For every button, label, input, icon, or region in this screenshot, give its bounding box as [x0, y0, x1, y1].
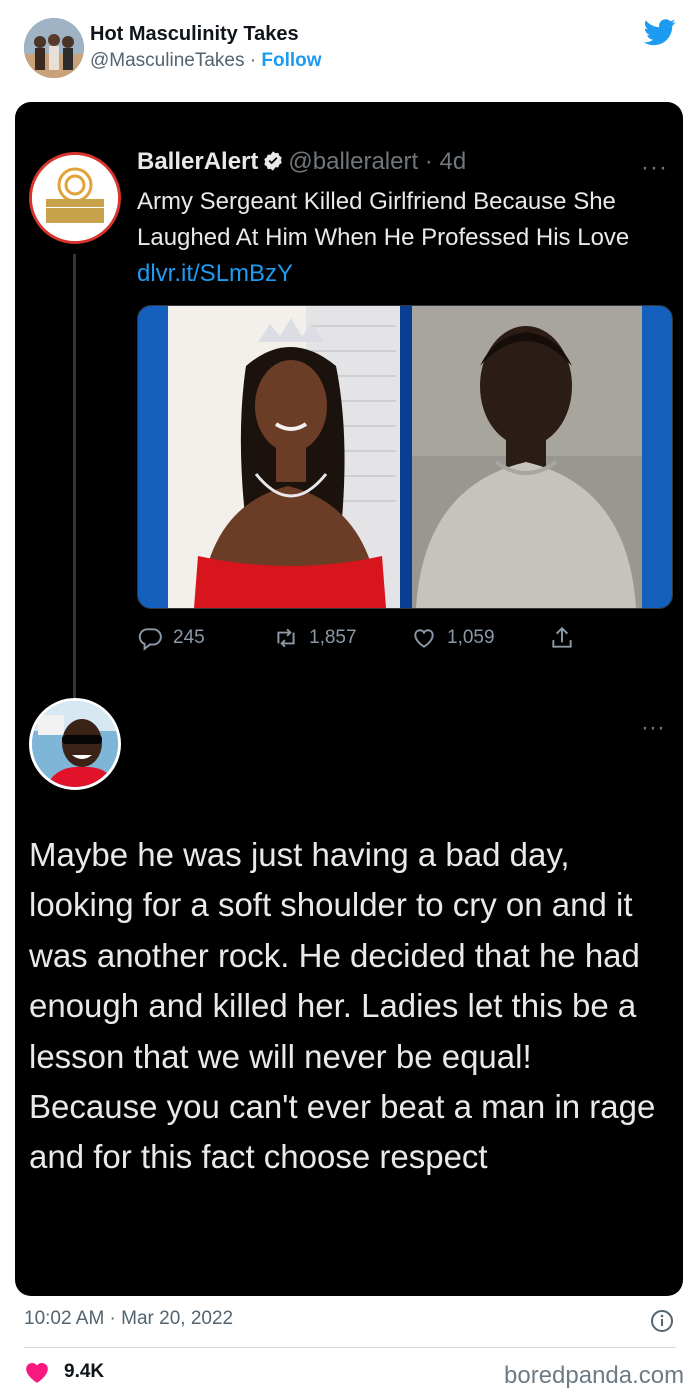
retweet-count: 1,857 [309, 627, 357, 648]
quoted-more-icon[interactable]: ··· [641, 154, 668, 182]
outer-like-count: 9.4K [64, 1361, 105, 1382]
share-icon [552, 626, 572, 648]
info-icon[interactable] [650, 1309, 674, 1333]
outer-handle[interactable]: @MasculineTakes [90, 50, 244, 71]
reply-author-avatar[interactable] [29, 698, 121, 790]
reply-count: 245 [173, 627, 205, 648]
quoted-handle[interactable]: @balleralert [288, 148, 418, 175]
heart-icon [26, 1362, 48, 1383]
outer-tweet-header: Hot Masculinity Takes @MasculineTakes · … [0, 0, 700, 100]
footer-divider [24, 1347, 676, 1348]
quoted-tweet-header: BallerAlert @balleralert · 4d [137, 148, 466, 176]
reply-icon [138, 628, 162, 651]
like-action[interactable]: 1,059 [411, 620, 495, 656]
twitter-bird-icon[interactable] [642, 16, 678, 48]
quoted-display-name[interactable]: BallerAlert [137, 148, 258, 175]
tweet-card: BallerAlert @balleralert · 4d ··· Army Se… [15, 102, 683, 1296]
outer-handle-row: @MasculineTakes · Follow [90, 50, 322, 72]
tweet-media-image[interactable] [137, 305, 673, 609]
follow-button[interactable]: Follow [261, 50, 321, 71]
reply-action[interactable]: 245 [137, 620, 205, 656]
outer-separator: · [244, 50, 262, 71]
like-icon [414, 629, 434, 648]
quoted-action-bar: 245 1,857 1,059 [137, 620, 657, 656]
quoted-body: Army Sergeant Killed Girlfriend Because … [137, 188, 630, 251]
tweet-timestamp[interactable]: 10:02 AM · Mar 20, 2022 [24, 1308, 233, 1330]
verified-badge-icon [264, 151, 283, 171]
quoted-separator: · [418, 148, 440, 175]
balleralert-avatar[interactable] [29, 152, 121, 244]
reply-more-icon[interactable]: ··· [641, 714, 665, 742]
reply-tweet-text: Maybe he was just having a bad day, look… [29, 836, 656, 1176]
like-count: 1,059 [447, 627, 495, 648]
retweet-action[interactable]: 1,857 [273, 620, 357, 656]
watermark: boredpanda.com [504, 1362, 685, 1389]
quoted-tweet-text: Army Sergeant Killed Girlfriend Because … [137, 184, 657, 292]
quoted-link[interactable]: dlvr.it/SLmBzY [137, 260, 293, 287]
outer-display-name[interactable]: Hot Masculinity Takes [90, 23, 299, 46]
outer-avatar[interactable] [24, 18, 84, 78]
quoted-age[interactable]: 4d [439, 148, 466, 175]
outer-like-stat[interactable]: 9.4K [24, 1356, 104, 1388]
retweet-icon [277, 628, 295, 648]
share-action[interactable] [549, 620, 575, 656]
